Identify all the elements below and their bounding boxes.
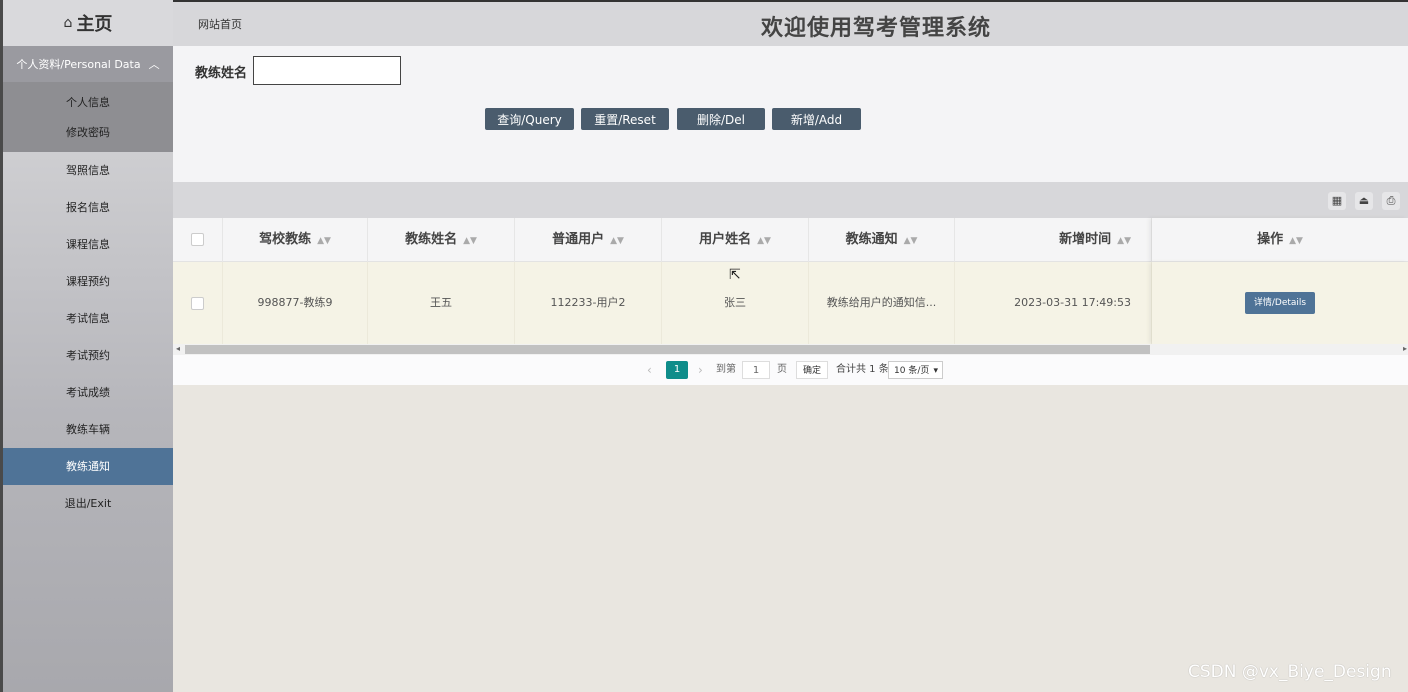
- sidebar-item-courses[interactable]: 课程信息: [3, 226, 173, 263]
- sort-icon[interactable]: ▲▼: [904, 236, 918, 246]
- cell-user: 112233-用户2: [515, 262, 662, 344]
- delete-button[interactable]: 删除/Del: [677, 108, 765, 130]
- goto-confirm-button[interactable]: 确定: [796, 361, 828, 379]
- grid-icon[interactable]: ▦: [1328, 192, 1346, 210]
- page-current[interactable]: 1: [666, 361, 688, 379]
- header-label: 驾校教练: [259, 232, 312, 247]
- header-coach-name[interactable]: 教练姓名 ▲▼: [368, 218, 515, 262]
- sidebar-item-change-password[interactable]: 修改密码: [3, 118, 173, 148]
- cell-coach-name: 王五: [368, 262, 515, 344]
- sidebar-item-license[interactable]: 驾照信息: [3, 152, 173, 189]
- header-label: 操作: [1257, 232, 1284, 247]
- chevron-down-icon: ▾: [933, 366, 938, 376]
- next-page-icon[interactable]: ›: [698, 361, 703, 379]
- sort-icon[interactable]: ▲▼: [1117, 236, 1131, 246]
- query-button[interactable]: 查询/Query: [485, 108, 574, 130]
- scrollbar-thumb[interactable]: [185, 345, 1150, 354]
- scroll-right-icon[interactable]: ▸: [1403, 344, 1407, 353]
- table-row[interactable]: 998877-教练9 王五 112233-用户2 张三 教练给用户的通知信...…: [173, 262, 1408, 344]
- cell-created: 2023-03-31 17:49:53: [955, 262, 1152, 344]
- sidebar: ⌂ 主页 个人资料/Personal Data ︿ 个人信息 修改密码 驾照信息…: [0, 0, 173, 692]
- print-icon[interactable]: ⎙: [1382, 192, 1400, 210]
- home-link[interactable]: ⌂ 主页: [3, 0, 173, 46]
- table-header: 驾校教练 ▲▼ 教练姓名 ▲▼ 普通用户 ▲▼ 用户姓名 ▲▼ 教练通知 ▲▼ 新增时间 ▲…: [173, 218, 1408, 262]
- sort-icon[interactable]: ▲▼: [757, 236, 771, 246]
- home-icon: ⌂: [63, 15, 73, 31]
- goto-label: 到第: [716, 364, 736, 375]
- header-label: 普通用户: [552, 232, 605, 247]
- cell-coach: 998877-教练9: [223, 262, 368, 344]
- goto-page-input[interactable]: 1: [742, 361, 770, 379]
- sidebar-item-coach-vehicles[interactable]: 教练车辆: [3, 411, 173, 448]
- sidebar-item-course-booking[interactable]: 课程预约: [3, 263, 173, 300]
- scroll-left-icon[interactable]: ◂: [176, 344, 180, 353]
- page-size-select[interactable]: 10 条/页 ▾: [888, 361, 943, 379]
- prev-page-icon[interactable]: ‹: [647, 361, 652, 379]
- cell-notice: 教练给用户的通知信...: [809, 262, 955, 344]
- reset-button[interactable]: 重置/Reset: [581, 108, 669, 130]
- header-actions[interactable]: 操作 ▲▼: [1152, 218, 1408, 262]
- sort-icon[interactable]: ▲▼: [317, 236, 331, 246]
- page-title: 欢迎使用驾考管理系统: [761, 16, 992, 41]
- export-icon[interactable]: ⏏: [1355, 192, 1373, 210]
- table-toolbar: ▦ ⏏ ⎙: [173, 182, 1408, 218]
- header-user[interactable]: 普通用户 ▲▼: [515, 218, 662, 262]
- coach-name-label: 教练姓名: [195, 66, 248, 81]
- header-coach[interactable]: 驾校教练 ▲▼: [223, 218, 368, 262]
- coach-name-input[interactable]: [253, 56, 401, 85]
- sidebar-submenu: 个人信息 修改密码: [3, 82, 173, 152]
- horizontal-scrollbar[interactable]: ◂ ▸: [173, 344, 1408, 355]
- sidebar-item-enrollment[interactable]: 报名信息: [3, 189, 173, 226]
- search-panel: 教练姓名 查询/Query 重置/Reset 删除/Del 新增/Add: [173, 46, 1408, 182]
- cell-actions: 详情/Details: [1152, 262, 1408, 344]
- header-created[interactable]: 新增时间 ▲▼: [955, 218, 1152, 262]
- sidebar-item-exit[interactable]: 退出/Exit: [3, 485, 173, 522]
- header-label: 教练通知: [845, 232, 898, 247]
- sort-icon[interactable]: ▲▼: [610, 236, 624, 246]
- group-label: 个人资料/Personal Data: [16, 58, 141, 71]
- header-label: 新增时间: [1059, 232, 1112, 247]
- breadcrumb-home[interactable]: 网站首页: [198, 16, 242, 32]
- sidebar-group-personal-data[interactable]: 个人资料/Personal Data ︿: [3, 46, 173, 82]
- page-size-value: 10 条/页: [894, 366, 930, 376]
- top-bar: 网站首页 欢迎使用驾考管理系统: [173, 0, 1408, 46]
- header-label: 教练姓名: [405, 232, 458, 247]
- sort-icon[interactable]: ▲▼: [1289, 236, 1303, 246]
- total-count: 合计共 1 条: [836, 364, 889, 375]
- sort-icon[interactable]: ▲▼: [463, 236, 477, 246]
- sidebar-item-profile[interactable]: 个人信息: [3, 88, 173, 118]
- sidebar-item-exam-scores[interactable]: 考试成绩: [3, 374, 173, 411]
- header-select-all[interactable]: [173, 218, 223, 262]
- home-label: 主页: [76, 14, 113, 35]
- details-button[interactable]: 详情/Details: [1244, 292, 1316, 314]
- chevron-up-icon: ︿: [148, 58, 160, 71]
- mouse-cursor-icon: ⇱: [729, 267, 741, 283]
- header-user-name[interactable]: 用户姓名 ▲▼: [662, 218, 809, 262]
- page-unit-label: 页: [777, 364, 787, 375]
- sidebar-item-coach-notices[interactable]: 教练通知: [3, 448, 173, 485]
- sidebar-item-exams[interactable]: 考试信息: [3, 300, 173, 337]
- data-table: 驾校教练 ▲▼ 教练姓名 ▲▼ 普通用户 ▲▼ 用户姓名 ▲▼ 教练通知 ▲▼ 新增时间 ▲…: [173, 218, 1408, 344]
- row-select[interactable]: [173, 262, 223, 344]
- add-button[interactable]: 新增/Add: [772, 108, 861, 130]
- sidebar-item-exam-booking[interactable]: 考试预约: [3, 337, 173, 374]
- header-label: 用户姓名: [699, 232, 752, 247]
- pagination: ‹ 1 › 到第 1 页 确定 合计共 1 条 10 条/页 ▾: [173, 355, 1408, 385]
- row-checkbox[interactable]: [191, 296, 204, 310]
- select-all-checkbox[interactable]: [191, 233, 204, 246]
- watermark: CSDN @vx_Biye_Design: [1188, 662, 1392, 682]
- header-notice[interactable]: 教练通知 ▲▼: [809, 218, 955, 262]
